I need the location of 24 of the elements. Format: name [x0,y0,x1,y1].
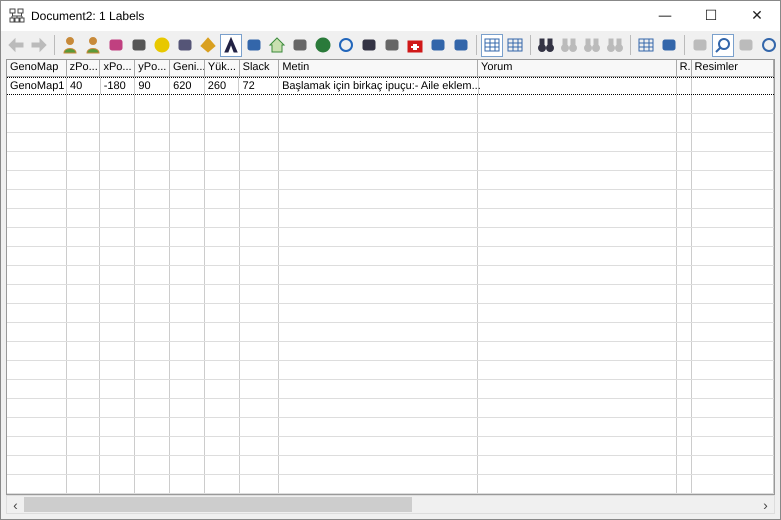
window-title: Document2: 1 Labels [31,9,144,23]
table-cell: Başlamak için birkaç ipuçu:- Aile eklem... [282,80,481,92]
table-cell: 40 [70,80,82,92]
scrollbar-thumb[interactable] [24,497,412,512]
tree-diagram-icon [9,8,25,24]
column-header[interactable]: Yük... [204,60,240,76]
table-cell: 90 [138,80,151,92]
column-header[interactable]: Resimler [692,60,774,76]
column-header[interactable]: zPo... [66,60,100,76]
column-header[interactable]: Metin [279,60,478,76]
column-header[interactable]: Slack [240,60,280,76]
table-cell: 620 [173,80,192,92]
table-cell: GenoMap1 [10,80,64,92]
column-header[interactable]: yPo... [135,60,170,76]
column-header[interactable]: Yorum [478,60,677,76]
letter-icon[interactable] [220,34,242,56]
table-cell: -180 [104,80,126,92]
column-header[interactable]: R. [676,60,692,76]
magnifier-icon[interactable] [712,34,734,56]
table-cell: 260 [208,80,226,92]
column-header[interactable]: GenoMap [7,60,67,76]
table-icon[interactable] [481,34,504,56]
table-cell: 72 [242,80,255,92]
column-header[interactable]: xPo... [100,60,136,76]
